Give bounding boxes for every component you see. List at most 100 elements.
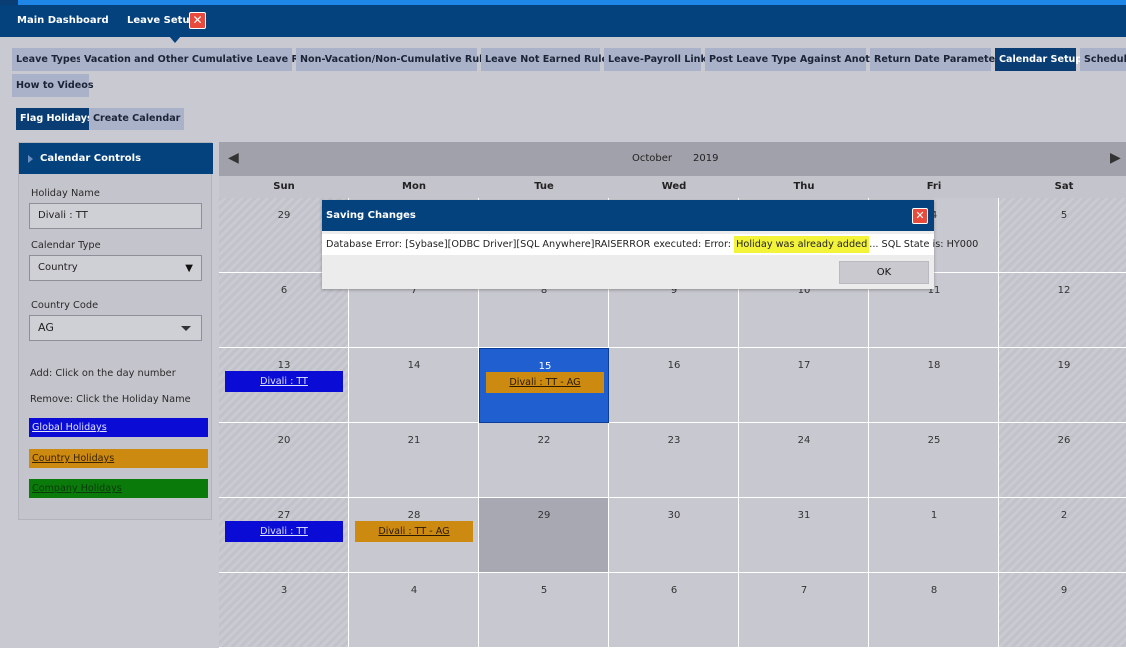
day-number[interactable]: 3	[219, 585, 349, 596]
calendar-day-cell[interactable]: 20	[219, 423, 349, 498]
day-number[interactable]: 22	[479, 435, 609, 446]
day-number[interactable]: 21	[349, 435, 479, 446]
calendar-day-cell[interactable]: 9	[999, 573, 1126, 648]
calendar-day-cell[interactable]: 21	[349, 423, 479, 498]
calendar-type-select[interactable]: Country ▼	[29, 255, 202, 281]
day-number[interactable]: 20	[219, 435, 349, 446]
calendar-day-cell[interactable]: 5	[999, 198, 1126, 273]
day-number[interactable]: 8	[869, 585, 999, 596]
calendar-day-cell[interactable]: 23	[609, 423, 739, 498]
ok-button[interactable]: OK	[839, 261, 929, 284]
calendar-day-cell[interactable]: 27 Divali : TT	[219, 498, 349, 573]
calendar-day-cell[interactable]: 29	[479, 498, 609, 573]
holiday-entry-global[interactable]: Divali : TT	[225, 371, 343, 392]
day-number[interactable]: 2	[999, 510, 1126, 521]
collapse-arrow-icon[interactable]	[28, 155, 33, 163]
day-number[interactable]: 15	[480, 361, 610, 372]
calendar-day-cell[interactable]: 17	[739, 348, 869, 423]
day-number[interactable]: 27	[219, 510, 349, 521]
calendar-day-cell[interactable]: 2	[999, 498, 1126, 573]
calendar-day-cell[interactable]: 4	[349, 573, 479, 648]
subtab-calendar-setup[interactable]: Calendar Setup	[995, 48, 1082, 71]
day-number[interactable]: 16	[609, 360, 739, 371]
legend-country-holidays[interactable]: Country Holidays	[29, 449, 208, 468]
calendar-header: ◀ October 2019 ▶	[219, 142, 1126, 176]
day-number[interactable]: 13	[219, 360, 349, 371]
day-number[interactable]: 31	[739, 510, 869, 521]
day-number[interactable]: 24	[739, 435, 869, 446]
day-number[interactable]: 23	[609, 435, 739, 446]
calendar-day-cell[interactable]: 1	[869, 498, 999, 573]
calendar-day-cell[interactable]: 28 Divali : TT - AG	[349, 498, 479, 573]
calendar-day-cell[interactable]: 19	[999, 348, 1126, 423]
day-header-tue: Tue	[534, 181, 554, 192]
day-number[interactable]: 25	[869, 435, 999, 446]
day-number[interactable]: 18	[869, 360, 999, 371]
prev-month-icon[interactable]: ◀	[228, 150, 239, 166]
day-number[interactable]: 7	[739, 585, 869, 596]
calendar-type-label: Calendar Type	[31, 240, 101, 251]
day-number[interactable]: 29	[479, 510, 609, 521]
day-number[interactable]: 9	[999, 585, 1126, 596]
day-number[interactable]: 4	[349, 585, 479, 596]
tab-leave-setup[interactable]: Leave Setup	[127, 15, 197, 26]
day-number[interactable]: 1	[869, 510, 999, 521]
subtab-leave-payroll-links[interactable]: Leave-Payroll Links	[604, 48, 713, 71]
create-calendar-button[interactable]: Create Calendar	[89, 108, 185, 130]
calendar-day-cell[interactable]: 25	[869, 423, 999, 498]
subtab-how-to-videos[interactable]: How to Videos	[12, 74, 94, 97]
subtab-schedule[interactable]: Schedule	[1080, 48, 1126, 71]
calendar-day-cell[interactable]: 6	[609, 573, 739, 648]
day-number[interactable]: 26	[999, 435, 1126, 446]
day-number[interactable]: 6	[609, 585, 739, 596]
calendar-day-cell[interactable]: 14	[349, 348, 479, 423]
holiday-name-input[interactable]: Divali : TT	[29, 203, 202, 229]
calendar-day-cell[interactable]: 3	[219, 573, 349, 648]
holiday-entry-country[interactable]: Divali : TT - AG	[486, 372, 604, 393]
subtab-leave-not-earned-rules[interactable]: Leave Not Earned Rules	[481, 48, 614, 71]
calendar-day-cell[interactable]: 7	[739, 573, 869, 648]
dialog-close-icon[interactable]: ✕	[912, 208, 928, 224]
day-number[interactable]: 14	[349, 360, 479, 371]
calendar-day-cell[interactable]: 12	[999, 273, 1126, 348]
day-number[interactable]: 17	[739, 360, 869, 371]
country-code-select[interactable]: AG	[29, 315, 202, 341]
holiday-entry-country[interactable]: Divali : TT - AG	[355, 521, 473, 542]
day-number[interactable]: 5	[479, 585, 609, 596]
subtab-non-vacation-non-cumulative-rules[interactable]: Non-Vacation/Non-Cumulative Rules	[296, 48, 495, 71]
day-number[interactable]: 30	[609, 510, 739, 521]
day-number[interactable]: 12	[999, 285, 1126, 296]
calendar-controls-header[interactable]: Calendar Controls	[19, 143, 213, 174]
legend-company-holidays[interactable]: Company Holidays	[29, 479, 208, 498]
calendar-day-cell[interactable]: 31	[739, 498, 869, 573]
calendar-day-cell[interactable]: 8	[869, 573, 999, 648]
calendar-day-cell[interactable]: 15 Divali : TT - AG	[479, 348, 609, 423]
holiday-name-label: Holiday Name	[31, 188, 100, 199]
calendar-day-cell[interactable]: 24	[739, 423, 869, 498]
day-header-thu: Thu	[793, 181, 815, 192]
calendar-day-cell[interactable]: 30	[609, 498, 739, 573]
calendar-month: October	[632, 153, 673, 164]
calendar-day-cell[interactable]: 26	[999, 423, 1126, 498]
holiday-name-value: Divali : TT	[38, 210, 88, 221]
flag-holidays-button[interactable]: Flag Holidays	[16, 108, 97, 130]
day-header-fri: Fri	[926, 181, 942, 192]
subtab-leave-types[interactable]: Leave Types	[12, 48, 82, 71]
subtab-post-leave-type-against-another[interactable]: Post Leave Type Against Another	[705, 48, 888, 71]
calendar-day-cell[interactable]: 22	[479, 423, 609, 498]
subtab-return-date-parameters[interactable]: Return Date Parameters	[870, 48, 1006, 71]
calendar-day-cell[interactable]: 16	[609, 348, 739, 423]
calendar-day-cell[interactable]: 13 Divali : TT	[219, 348, 349, 423]
next-month-icon[interactable]: ▶	[1110, 150, 1121, 166]
legend-global-holidays[interactable]: Global Holidays	[29, 418, 208, 437]
tab-main-dashboard[interactable]: Main Dashboard	[17, 15, 109, 26]
day-number[interactable]: 5	[999, 210, 1126, 221]
subtab-vacation-and-other-cumulative-leave-rules[interactable]: Vacation and Other Cumulative Leave Rule…	[80, 48, 321, 71]
calendar-day-cell[interactable]: 5	[479, 573, 609, 648]
holiday-entry-global[interactable]: Divali : TT	[225, 521, 343, 542]
day-number[interactable]: 19	[999, 360, 1126, 371]
calendar-day-cell[interactable]: 18	[869, 348, 999, 423]
close-tab-icon[interactable]: ✕	[189, 12, 206, 29]
day-number[interactable]: 28	[349, 510, 479, 521]
error-message-highlight: Holiday was already added	[734, 236, 870, 253]
